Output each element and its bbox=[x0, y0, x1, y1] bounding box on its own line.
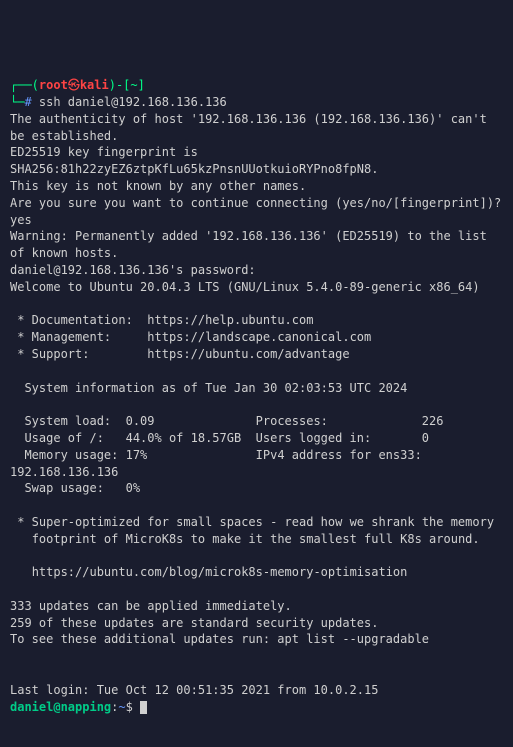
output-swap: Swap usage: 0% bbox=[10, 481, 140, 495]
output-sysinfo-header: System information as of Tue Jan 30 02:0… bbox=[10, 381, 407, 395]
output-microk8s-2: footprint of MicroK8s to make it the sma… bbox=[10, 532, 480, 546]
prompt2-path: ~ bbox=[118, 700, 125, 714]
prompt-hash: # bbox=[24, 95, 31, 109]
output-microk8s-url: https://ubuntu.com/blog/microk8s-memory-… bbox=[10, 565, 407, 579]
prompt-close-paren: )-[ bbox=[109, 78, 131, 92]
output-management: * Management: https://landscape.canonica… bbox=[10, 330, 371, 344]
output-fingerprint: ED25519 key fingerprint is SHA256:81h22z… bbox=[10, 145, 378, 176]
output-security-updates: 259 of these updates are standard securi… bbox=[10, 616, 378, 630]
cursor-icon bbox=[140, 701, 147, 714]
prompt-open: ┌──( bbox=[10, 78, 39, 92]
prompt2-userhost: daniel@napping bbox=[10, 700, 111, 714]
kali-prompt-line1: ┌──(root㉿kali)-[~] bbox=[10, 78, 145, 92]
output-memory: Memory usage: 17% IPv4 address for ens33… bbox=[10, 448, 429, 479]
output-unknown-key: This key is not known by any other names… bbox=[10, 179, 306, 193]
output-confirm-prompt: Are you sure you want to continue connec… bbox=[10, 196, 509, 227]
terminal-output[interactable]: ┌──(root㉿kali)-[~] └─# ssh daniel@192.16… bbox=[10, 77, 503, 663]
output-usage: Usage of /: 44.0% of 18.57GB Users logge… bbox=[10, 431, 429, 445]
prompt-line2-prefix: └─ bbox=[10, 95, 24, 109]
output-documentation: * Documentation: https://help.ubuntu.com bbox=[10, 313, 313, 327]
prompt-path: ~ bbox=[130, 78, 137, 92]
prompt2-dollar: $ bbox=[126, 700, 140, 714]
output-warning-added: Warning: Permanently added '192.168.136.… bbox=[10, 229, 494, 260]
output-last-login: Last login: Tue Oct 12 00:51:35 2021 fro… bbox=[10, 683, 378, 697]
output-authenticity: The authenticity of host '192.168.136.13… bbox=[10, 112, 494, 143]
prompt-close-bracket: ] bbox=[138, 78, 145, 92]
prompt-user: root bbox=[39, 78, 68, 92]
prompt-host: kali bbox=[80, 78, 109, 92]
output-apt-list: To see these additional updates run: apt… bbox=[10, 632, 429, 646]
ubuntu-prompt[interactable]: daniel@napping:~$ bbox=[10, 700, 147, 714]
prompt-at: ㉿ bbox=[68, 78, 80, 92]
output-password-prompt: daniel@192.168.136.136's password: bbox=[10, 263, 256, 277]
ssh-command: ssh daniel@192.168.136.136 bbox=[32, 95, 227, 109]
prompt2-colon: : bbox=[111, 700, 118, 714]
output-microk8s-1: * Super-optimized for small spaces - rea… bbox=[10, 515, 494, 529]
output-welcome: Welcome to Ubuntu 20.04.3 LTS (GNU/Linux… bbox=[10, 280, 480, 294]
output-support: * Support: https://ubuntu.com/advantage bbox=[10, 347, 350, 361]
output-system-load: System load: 0.09 Processes: 226 bbox=[10, 414, 443, 428]
kali-prompt-line2: └─# ssh daniel@192.168.136.136 bbox=[10, 95, 227, 109]
